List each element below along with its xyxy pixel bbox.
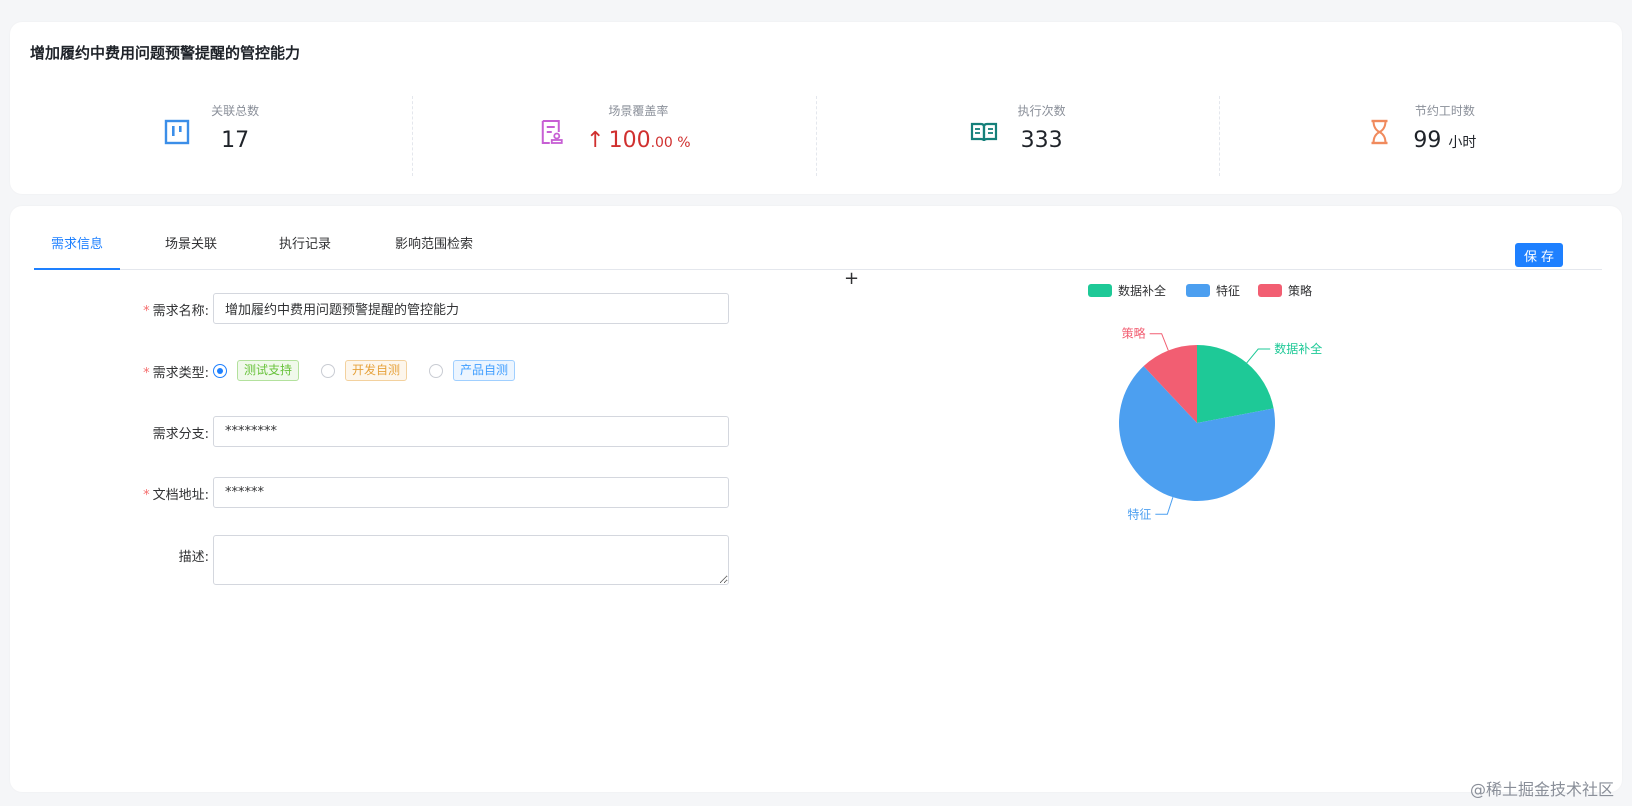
save-button[interactable]: 保存 [1515, 243, 1563, 267]
tab-exec-records[interactable]: 执行记录 [270, 232, 340, 270]
type-tag: 开发自测 [345, 360, 408, 381]
legend-swatch [1088, 284, 1112, 297]
legend-label: 策略 [1288, 283, 1312, 298]
pie-slice-label: 数据补全 [1274, 341, 1322, 356]
branch-label: 需求分支: [152, 427, 209, 442]
tab-scene-link[interactable]: 场景关联 [156, 232, 226, 270]
page-title: 增加履约中费用问题预警提醒的管控能力 [30, 44, 301, 62]
form-row-desc: 描述: [10, 535, 770, 585]
legend-swatch [1186, 284, 1210, 297]
arrow-up-icon: ↑ [586, 128, 605, 153]
form-row-type: * 需求类型: 测试支持 开发自测 产品自测 [10, 360, 770, 382]
stat-label: 场景覆盖率 [608, 104, 669, 118]
label-leader-line [1155, 497, 1174, 515]
radio-unchecked-icon [321, 363, 336, 378]
stat-label: 关联总数 [211, 104, 260, 118]
label-leader-line [1149, 333, 1169, 351]
pie-slice-label: 策略 [1122, 326, 1146, 341]
stat-related-count: 关联总数 17 [10, 96, 414, 176]
radio-test-support[interactable]: 测试支持 [213, 360, 300, 381]
name-label: * 需求名称: [143, 304, 209, 319]
pie-chart: 数据补全 特征 策略数据补全特征策略 [1088, 283, 1322, 521]
requirement-type-radio-group: 测试支持 开发自测 产品自测 [213, 360, 537, 381]
summary-card: 增加履约中费用问题预警提醒的管控能力 关联总数 17 场景覆盖率 ↑ 100.0… [10, 22, 1622, 194]
type-label: * 需求类型: [143, 366, 209, 381]
legend-item[interactable]: 数据补全 [1088, 283, 1166, 298]
kanban-icon [164, 119, 190, 145]
requirement-name-input[interactable] [213, 293, 729, 324]
legend-swatch [1258, 284, 1282, 297]
doc-label: * 文档地址: [143, 488, 209, 503]
detail-card: 需求信息 场景关联 执行记录 影响范围检索 保存 + *需求名称: *需求类型:… [10, 206, 1622, 792]
stat-label: 节约工时数 [1414, 104, 1475, 118]
tab-impact-search[interactable]: 影响范围检索 [384, 232, 484, 270]
stat-value: 99 小时 [1413, 128, 1477, 153]
form-row-branch: 需求分支: [10, 416, 770, 447]
stat-value: 333 [1020, 128, 1063, 153]
legend-label: 特征 [1216, 283, 1240, 298]
type-tag: 产品自测 [453, 360, 516, 381]
tab-bar: 需求信息 场景关联 执行记录 影响范围检索 [34, 232, 1602, 270]
crosshair-cursor-icon: + [844, 268, 860, 289]
form-row-name: * 需求名称: [10, 293, 770, 324]
requirement-branch-input[interactable] [213, 416, 729, 447]
stat-scene-coverage: 场景覆盖率 ↑ 100.00 % [413, 96, 817, 176]
open-book-icon [970, 122, 997, 142]
stat-label: 执行次数 [1017, 104, 1066, 118]
stats-row: 关联总数 17 场景覆盖率 ↑ 100.00 % 执行次数 333 节约工时数 … [10, 96, 1622, 176]
legend-label: 数据补全 [1118, 283, 1166, 298]
stat-saved-hours: 节约工时数 99 小时 [1220, 96, 1622, 176]
legend-item[interactable]: 策略 [1258, 283, 1312, 298]
form-row-doc: * 文档地址: [10, 477, 770, 508]
stat-value: 17 [221, 128, 250, 153]
label-leader-line [1246, 348, 1271, 364]
legend-item[interactable]: 特征 [1186, 283, 1240, 298]
type-tag: 测试支持 [237, 360, 300, 381]
desc-label: 描述: [178, 550, 209, 565]
stat-exec-count: 执行次数 333 [817, 96, 1220, 176]
stat-value: ↑ 100.00 % [586, 128, 691, 153]
hourglass-icon [1371, 119, 1388, 145]
tab-requirement-info[interactable]: 需求信息 [34, 232, 120, 270]
radio-unchecked-icon [429, 363, 444, 378]
pie-slice-label: 特征 [1127, 506, 1151, 521]
radio-product-selftest[interactable]: 产品自测 [429, 360, 516, 381]
watermark: @稀土掘金技术社区 [1469, 780, 1614, 799]
doc-url-input[interactable] [213, 477, 729, 508]
radio-checked-icon [213, 363, 227, 378]
radio-dev-selftest[interactable]: 开发自测 [321, 360, 408, 381]
document-stamp-icon [542, 120, 564, 144]
description-textarea[interactable] [213, 535, 729, 585]
